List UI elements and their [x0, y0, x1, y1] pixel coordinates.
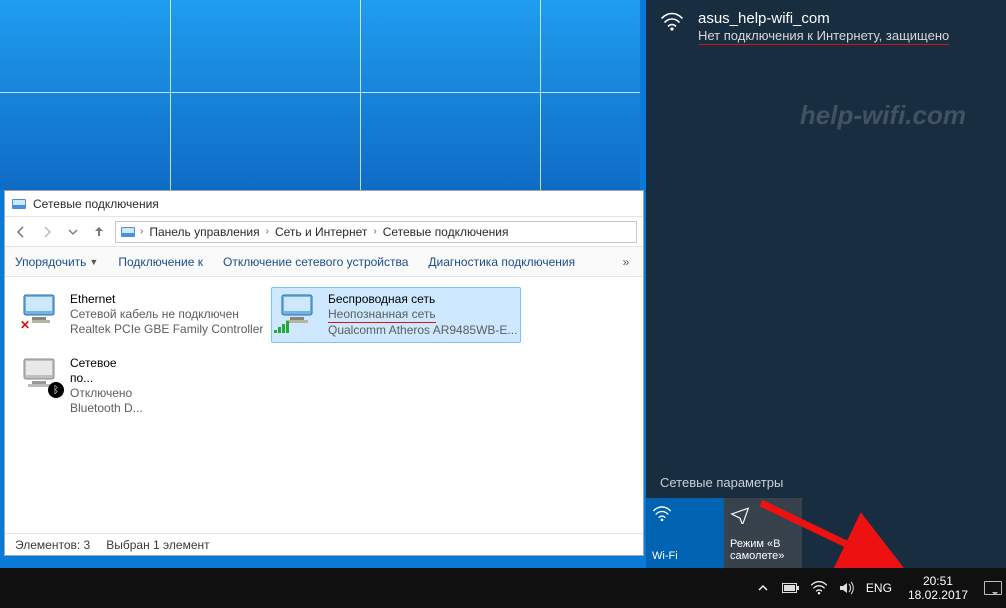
clock-time: 20:51	[908, 574, 968, 588]
airplane-mode-tile[interactable]: Режим «В самолете»	[724, 498, 802, 568]
signal-bars-icon	[274, 319, 292, 333]
nav-up-button[interactable]	[89, 222, 109, 242]
network-adapter-icon: ✕	[18, 292, 62, 332]
disable-device-button[interactable]: Отключение сетевого устройства	[223, 255, 408, 269]
adapter-device: Qualcomm Atheros AR9485WB-E...	[328, 323, 517, 338]
adapter-name: Сетевое по...	[70, 356, 143, 386]
status-bar: Элементов: 3 Выбран 1 элемент	[5, 533, 643, 555]
nav-forward-button[interactable]	[37, 222, 57, 242]
network-adapter-icon	[276, 292, 320, 332]
adapter-name: Беспроводная сеть	[328, 292, 517, 307]
address-bar-row: › Панель управления › Сеть и Интернет › …	[5, 217, 643, 247]
more-commands-button[interactable]: »	[619, 255, 633, 269]
adapters-list: ✕ Ethernet Сетевой кабель не подключен R…	[5, 277, 643, 431]
connect-to-button[interactable]: Подключение к	[118, 255, 203, 269]
wifi-tile[interactable]: Wi-Fi	[646, 498, 724, 568]
network-connections-window: Сетевые подключения › Панель управления	[4, 190, 644, 556]
item-count: Элементов: 3	[15, 538, 90, 552]
adapter-item-ethernet[interactable]: ✕ Ethernet Сетевой кабель не подключен R…	[13, 287, 263, 343]
command-bar: Упорядочить▼ Подключение к Отключение се…	[5, 247, 643, 277]
tile-label: Wi-Fi	[652, 550, 718, 562]
window-title: Сетевые подключения	[33, 197, 159, 211]
network-status: Нет подключения к Интернету, защищено	[698, 28, 949, 45]
breadcrumb-root-icon	[120, 224, 136, 240]
airplane-icon	[730, 504, 796, 524]
adapter-device: Bluetooth D...	[70, 401, 143, 416]
window-titlebar[interactable]: Сетевые подключения	[5, 191, 643, 217]
taskbar-clock[interactable]: 20:51 18.02.2017	[908, 574, 968, 602]
wifi-tray-icon[interactable]	[810, 579, 828, 597]
bluetooth-badge-icon: ᛒ	[48, 382, 64, 398]
current-network-item[interactable]: asus_help-wifi_com Нет подключения к Инт…	[646, 0, 1006, 51]
clock-date: 18.02.2017	[908, 588, 968, 602]
desktop-wallpaper	[0, 0, 640, 190]
wifi-icon	[660, 10, 686, 45]
nav-recent-dropdown[interactable]	[63, 222, 83, 242]
adapter-item-wireless[interactable]: Беспроводная сеть Неопознанная сеть Qual…	[271, 287, 521, 343]
adapter-device: Realtek PCIe GBE Family Controller	[70, 322, 263, 337]
tile-label: Режим «В самолете»	[730, 538, 796, 562]
adapter-status: Неопознанная сеть	[328, 307, 517, 323]
organize-menu[interactable]: Упорядочить▼	[15, 255, 98, 269]
quick-tiles: Wi-Fi Режим «В самолете»	[646, 498, 1006, 568]
volume-icon[interactable]	[838, 579, 856, 597]
chevron-right-icon: ›	[266, 226, 269, 237]
network-adapter-icon: ᛒ	[18, 356, 62, 396]
adapter-status: Отключено	[70, 386, 143, 401]
tray-overflow-button[interactable]	[754, 579, 772, 597]
taskbar: ENG 20:51 18.02.2017	[0, 568, 1006, 608]
breadcrumb-item[interactable]: Сеть и Интернет	[273, 225, 369, 239]
action-center-icon[interactable]	[984, 579, 1002, 597]
control-panel-icon	[11, 196, 27, 212]
diagnose-connection-button[interactable]: Диагностика подключения	[428, 255, 575, 269]
adapter-status: Сетевой кабель не подключен	[70, 307, 263, 322]
chevron-right-icon: ›	[140, 226, 143, 237]
adapter-name: Ethernet	[70, 292, 263, 307]
wifi-icon	[652, 504, 718, 524]
breadcrumb-item[interactable]: Панель управления	[147, 225, 261, 239]
nav-back-button[interactable]	[11, 222, 31, 242]
breadcrumb-bar[interactable]: › Панель управления › Сеть и Интернет › …	[115, 221, 637, 243]
breadcrumb-item[interactable]: Сетевые подключения	[381, 225, 511, 239]
selection-count: Выбран 1 элемент	[106, 538, 209, 552]
adapter-item-bluetooth[interactable]: ᛒ Сетевое по... Отключено Bluetooth D...	[13, 351, 143, 421]
chevron-right-icon: ›	[373, 226, 376, 237]
network-settings-link[interactable]: Сетевые параметры	[646, 467, 1006, 498]
language-indicator[interactable]: ENG	[866, 579, 892, 597]
disconnected-badge-icon: ✕	[18, 318, 32, 332]
system-tray: ENG 20:51 18.02.2017	[754, 574, 1002, 602]
watermark: help-wifi.com	[800, 100, 966, 131]
network-ssid: asus_help-wifi_com	[698, 10, 949, 27]
network-flyout: help-wifi.com asus_help-wifi_com Нет под…	[646, 0, 1006, 568]
battery-icon[interactable]	[782, 579, 800, 597]
